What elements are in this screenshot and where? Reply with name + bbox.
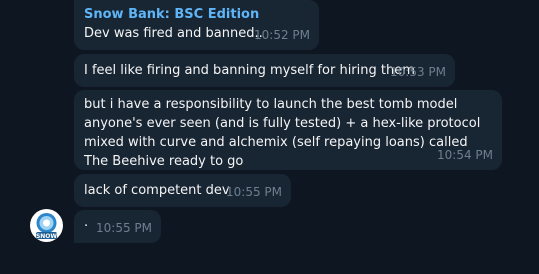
avatar-label: SNOW bbox=[36, 233, 57, 240]
sender-name[interactable]: Snow Bank: BSC Edition bbox=[84, 6, 309, 23]
message-time: 10:55 PM bbox=[226, 185, 282, 199]
message-time: 10:52 PM bbox=[254, 28, 310, 42]
message-bubble[interactable]: I feel like firing and banning myself fo… bbox=[74, 54, 455, 87]
message-bubble[interactable]: · 10:55 PM bbox=[74, 210, 161, 243]
message-time: 10:53 PM bbox=[390, 65, 446, 79]
avatar[interactable]: SNOW bbox=[30, 209, 63, 242]
message-bubble[interactable]: lack of competent dev 10:55 PM bbox=[74, 174, 291, 207]
snow-bank-logo-icon: SNOW bbox=[30, 209, 63, 242]
message-time: 10:55 PM bbox=[96, 221, 152, 235]
message-bubble[interactable]: but i have a responsibility to launch th… bbox=[74, 90, 502, 170]
message-bubble[interactable]: Snow Bank: BSC Edition Dev was fired and… bbox=[74, 0, 319, 50]
message-text: but i have a responsibility to launch th… bbox=[84, 97, 481, 169]
message-time: 10:54 PM bbox=[437, 148, 493, 162]
